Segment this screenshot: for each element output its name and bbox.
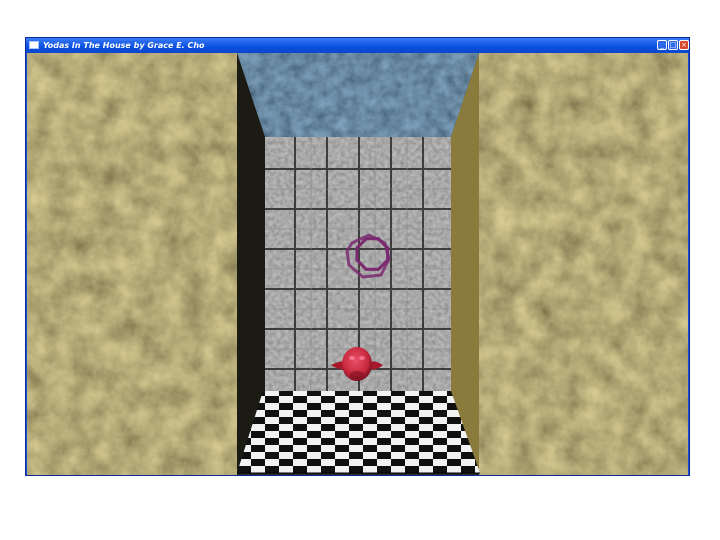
left-wall bbox=[27, 53, 237, 475]
right-wall bbox=[479, 53, 688, 475]
maximize-icon: □ bbox=[669, 41, 677, 49]
close-icon: × bbox=[681, 41, 687, 49]
ceiling bbox=[237, 53, 479, 137]
maximize-button[interactable]: □ bbox=[668, 40, 678, 50]
minimize-icon: _ bbox=[660, 41, 664, 49]
window-app-icon bbox=[29, 41, 39, 49]
scene-svg bbox=[27, 53, 688, 475]
title-bar[interactable]: Yodas In The House by Grace E. Cho _ □ × bbox=[26, 38, 689, 53]
game-window: Yodas In The House by Grace E. Cho _ □ × bbox=[25, 37, 690, 476]
minimize-button[interactable]: _ bbox=[657, 40, 667, 50]
game-viewport[interactable] bbox=[27, 53, 688, 475]
window-title: Yodas In The House by Grace E. Cho bbox=[43, 41, 205, 50]
close-button[interactable]: × bbox=[679, 40, 689, 50]
checkered-floor bbox=[237, 391, 480, 473]
